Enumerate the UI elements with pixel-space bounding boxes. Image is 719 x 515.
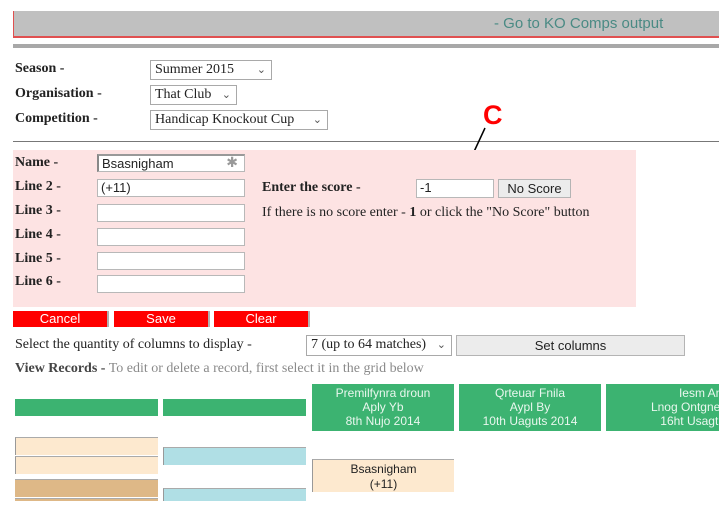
- name-value: Bsasnigham: [102, 156, 174, 171]
- round-name: Iesm Anl: [678, 386, 719, 400]
- grid-header-5[interactable]: Iesm Anl Lnog Ontgnel 16ht Usagtu: [606, 384, 719, 431]
- filters-divider: [13, 141, 719, 142]
- line4-label: Line 4 -: [15, 227, 61, 242]
- grid-entry-cell[interactable]: Bsasnigham (+11): [312, 459, 454, 492]
- round-name: Qrteuar Fnila: [494, 386, 566, 400]
- line3-label: Line 3 -: [15, 203, 61, 218]
- season-value: Summer 2015: [155, 62, 234, 77]
- view-records-hint: To edit or delete a record, first select…: [108, 361, 424, 376]
- name-label: Name -: [15, 155, 59, 170]
- chevron-down-icon: ⌄: [221, 88, 231, 101]
- name-input[interactable]: Bsasnigham ✱: [97, 154, 245, 172]
- help-prefix: If there is no score enter -: [262, 205, 410, 220]
- entry-name: Bsasnigham: [350, 462, 417, 476]
- grid-cell[interactable]: [15, 437, 158, 455]
- header-bar: - Go to KO Comps output: [13, 11, 719, 38]
- competition-value: Handicap Knockout Cup: [155, 112, 295, 127]
- columns-label: Select the quantity of columns to displa…: [15, 337, 252, 352]
- chevron-down-icon: ⌄: [434, 336, 446, 354]
- cancel-button[interactable]: Cancel: [13, 311, 109, 327]
- line2-label: Line 2 -: [15, 179, 61, 194]
- score-help-text: If there is no score enter - 1 or click …: [262, 205, 590, 221]
- round-date: 16ht Usagtu: [660, 414, 719, 428]
- grid-header-1: [15, 399, 158, 416]
- season-label: Season -: [15, 61, 65, 76]
- grid-cell[interactable]: [163, 447, 306, 465]
- organisation-select[interactable]: That Club ⌄: [150, 85, 237, 105]
- round-name: Premilfynra droun: [335, 386, 431, 400]
- round-deadline: Aypl By: [509, 400, 551, 414]
- line2-input[interactable]: (+11): [97, 179, 245, 197]
- grid-cell[interactable]: [15, 498, 158, 501]
- organisation-value: That Club: [155, 87, 212, 102]
- competition-select[interactable]: Handicap Knockout Cup ⌄: [150, 110, 328, 130]
- no-score-button[interactable]: No Score: [498, 179, 571, 198]
- season-select[interactable]: Summer 2015 ⌄: [150, 60, 272, 80]
- grid-cell[interactable]: [15, 479, 158, 497]
- ko-comps-output-link[interactable]: - Go to KO Comps output: [494, 15, 663, 32]
- line5-input[interactable]: [97, 252, 245, 270]
- help-suffix: or click the "No Score" button: [416, 205, 590, 220]
- required-icon: ✱: [226, 155, 238, 171]
- competition-label: Competition -: [15, 111, 98, 126]
- entry-handicap: (+11): [369, 477, 398, 491]
- organisation-label: Organisation -: [15, 86, 102, 101]
- chevron-down-icon: ⌄: [256, 63, 266, 76]
- grid-header-3[interactable]: Premilfynra droun Aply Yb 8th Nujo 2014: [312, 384, 454, 431]
- clear-button[interactable]: Clear: [214, 311, 310, 327]
- set-columns-button[interactable]: Set columns: [456, 335, 685, 356]
- line5-label: Line 5 -: [15, 251, 61, 266]
- score-label: Enter the score -: [262, 180, 361, 195]
- grid-header-2: [163, 399, 306, 416]
- grid-cell[interactable]: [15, 456, 158, 474]
- save-button[interactable]: Save: [114, 311, 210, 327]
- line4-input[interactable]: [97, 228, 245, 246]
- view-records-label: View Records -: [15, 361, 106, 376]
- round-deadline: Aply Yb: [362, 400, 404, 414]
- round-date: 8th Nujo 2014: [345, 414, 421, 428]
- score-input[interactable]: -1: [416, 179, 494, 198]
- round-deadline: Lnog Ontgnel: [650, 400, 719, 414]
- line3-input[interactable]: [97, 204, 245, 222]
- line6-label: Line 6 -: [15, 274, 61, 289]
- grid-header-4[interactable]: Qrteuar Fnila Aypl By 10th Uaguts 2014: [459, 384, 601, 431]
- view-records-line: View Records - To edit or delete a recor…: [15, 361, 424, 377]
- header-divider: [13, 44, 719, 48]
- columns-value: 7 (up to 64 matches): [311, 337, 427, 352]
- chevron-down-icon: ⌄: [312, 113, 322, 126]
- grid-cell[interactable]: [163, 488, 306, 501]
- round-date: 10th Uaguts 2014: [482, 414, 578, 428]
- columns-select[interactable]: 7 (up to 64 matches) ⌄: [306, 335, 452, 356]
- line6-input[interactable]: [97, 275, 245, 293]
